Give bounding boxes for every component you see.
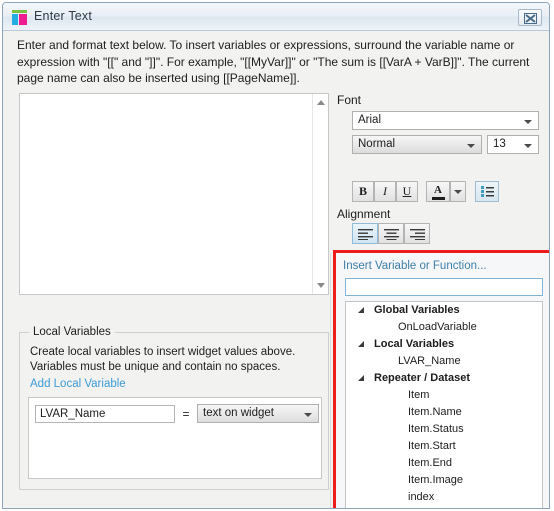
align-left-icon [358, 229, 373, 240]
close-button[interactable] [518, 9, 542, 26]
tree-row-label: isFirst [408, 508, 437, 509]
chevron-down-icon [524, 120, 532, 124]
axure-logo-icon [11, 10, 28, 25]
tree-row-label: index [408, 491, 435, 503]
align-right-icon [410, 229, 425, 240]
font-style-value: Normal [358, 138, 396, 150]
dialog-titlebar: Enter Text [3, 3, 549, 31]
local-variable-equals: = [182, 406, 190, 421]
scroll-down-icon[interactable] [313, 278, 328, 293]
tree-leaf-row[interactable]: Item.Image [346, 472, 542, 489]
tree-leaf-row[interactable]: LVAR_Name [346, 353, 542, 370]
local-variable-source-select[interactable]: text on widget [197, 404, 319, 423]
tree-group-row[interactable]: Local Variables [346, 336, 542, 353]
local-variables-group-label: Local Variables [29, 326, 115, 338]
instructions-text: Enter and format text below. To insert v… [17, 38, 530, 85]
tree-row-label: Item.End [408, 457, 453, 469]
tree-leaf-row[interactable]: Item.End [346, 455, 542, 472]
tree-row-label: OnLoadVariable [398, 321, 477, 333]
screenshot-root: Enter Text Enter and format text below. … [0, 0, 554, 511]
tree-row-label: Item.Start [408, 440, 456, 452]
insert-variable-title: Insert Variable or Function... [343, 260, 487, 272]
italic-button[interactable]: I [374, 181, 396, 202]
dialog-body: Enter and format text below. To insert v… [3, 31, 549, 508]
font-color-letter: A [434, 183, 442, 196]
tree-row-label: Global Variables [374, 304, 460, 316]
bullet-list-button[interactable] [475, 181, 499, 202]
local-variable-source-value: text on widget [203, 407, 274, 419]
font-style-select[interactable]: Normal [352, 135, 482, 154]
local-variables-table: = text on widget [28, 397, 322, 479]
tree-row-label: LVAR_Name [398, 355, 461, 367]
rich-text-editor[interactable] [19, 93, 329, 295]
add-local-variable-link[interactable]: Add Local Variable [30, 378, 126, 390]
expander-icon[interactable] [358, 375, 364, 381]
font-size-value: 13 [493, 138, 506, 150]
tree-leaf-row[interactable]: Item.Name [346, 404, 542, 421]
bold-button[interactable]: B [352, 181, 374, 202]
tree-row-label: Item.Name [408, 406, 462, 418]
font-color-dropdown-button[interactable] [450, 181, 466, 202]
insert-variable-search-input[interactable] [345, 278, 543, 296]
insert-variable-popup: Insert Variable or Function... Global Va… [336, 253, 549, 509]
chevron-down-icon [454, 189, 462, 194]
font-section-label: Font [337, 93, 362, 107]
expander-icon[interactable] [358, 341, 364, 347]
tree-leaf-row[interactable]: Item.Start [346, 438, 542, 455]
tree-leaf-row[interactable]: OnLoadVariable [346, 319, 542, 336]
tree-row-label: Local Variables [374, 338, 455, 350]
chevron-down-icon [467, 144, 475, 148]
font-color-button[interactable]: A [426, 181, 450, 202]
font-family-select[interactable]: Arial [352, 111, 539, 130]
font-family-value: Arial [358, 114, 382, 126]
align-center-icon [384, 229, 399, 240]
enter-text-dialog: Enter Text Enter and format text below. … [2, 2, 550, 509]
dialog-title: Enter Text [34, 9, 93, 23]
local-variable-row: = text on widget [35, 404, 319, 423]
tree-row-label: Item.Image [408, 474, 464, 486]
rich-text-editor-area[interactable] [20, 94, 313, 294]
tree-row-label: Repeater / Dataset [374, 372, 470, 384]
tree-leaf-row[interactable]: isFirst [346, 506, 542, 509]
font-color-swatch [431, 196, 445, 200]
local-variable-name-input[interactable] [35, 404, 175, 423]
tree-leaf-row[interactable]: index [346, 489, 542, 506]
variable-tree[interactable]: Global Variables OnLoadVariable Local Vari… [345, 301, 543, 509]
local-variables-group: Local Variables Create local variables t… [19, 326, 329, 490]
bullet-list-icon [480, 186, 494, 197]
tree-leaf-row[interactable]: Item.Status [346, 421, 542, 438]
chevron-down-icon [304, 413, 312, 417]
scroll-up-icon[interactable] [313, 95, 328, 110]
chevron-down-icon [524, 144, 532, 148]
align-right-button[interactable] [404, 223, 430, 244]
tree-leaf-row[interactable]: Item [346, 387, 542, 404]
local-variables-description: Create local variables to insert widget … [30, 346, 296, 373]
align-left-button[interactable] [352, 223, 378, 244]
align-center-button[interactable] [378, 223, 404, 244]
editor-scrollbar[interactable] [312, 94, 328, 294]
tree-row-label: Item [408, 389, 430, 401]
alignment-section-label: Alignment [337, 207, 391, 221]
underline-button[interactable]: U [396, 181, 418, 202]
tree-group-row[interactable]: Repeater / Dataset [346, 370, 542, 387]
close-icon [524, 13, 537, 24]
font-size-select[interactable]: 13 [487, 135, 539, 154]
tree-row-label: Item.Status [408, 423, 464, 435]
expander-icon[interactable] [358, 307, 364, 313]
tree-group-row[interactable]: Global Variables [346, 302, 542, 319]
